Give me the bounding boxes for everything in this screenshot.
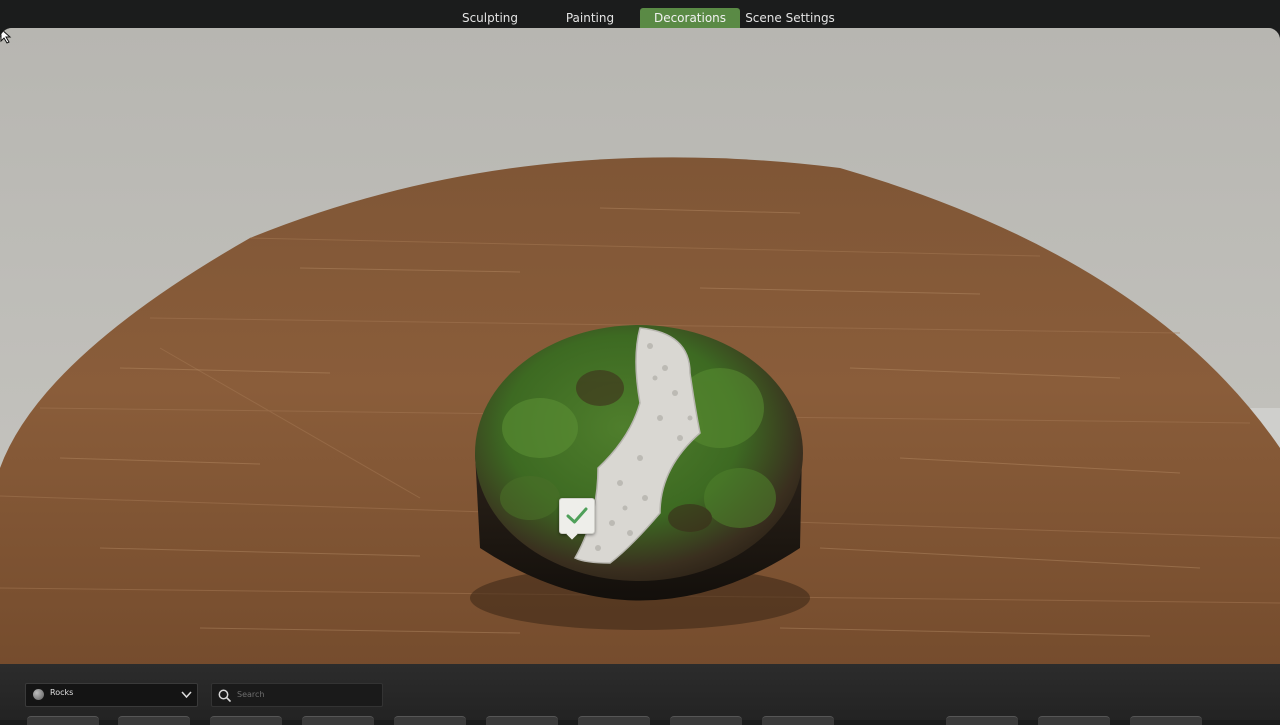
- placement-confirm-badge[interactable]: [559, 498, 595, 534]
- decoration-thumbnail[interactable]: [210, 716, 282, 725]
- cursor-icon: [0, 28, 12, 44]
- category-dropdown[interactable]: Rocks: [25, 683, 198, 707]
- search-input[interactable]: [237, 687, 375, 702]
- scene-render: [0, 28, 1280, 668]
- decoration-thumbnail[interactable]: [578, 716, 650, 725]
- category-label: Rocks: [50, 688, 74, 697]
- tab-painting[interactable]: Painting: [540, 8, 640, 29]
- checkmark-icon: [566, 507, 588, 524]
- decoration-thumbnail[interactable]: [394, 716, 466, 725]
- tab-sculpting[interactable]: Sculpting: [440, 8, 540, 29]
- decoration-thumbnail[interactable]: [486, 716, 558, 725]
- decoration-thumbnail[interactable]: [27, 716, 99, 725]
- decoration-thumbnail[interactable]: [118, 716, 190, 725]
- search-box: [211, 683, 383, 707]
- tab-decorations[interactable]: Decorations: [640, 8, 740, 29]
- decoration-thumbnail[interactable]: [946, 716, 1018, 725]
- decoration-thumbnail[interactable]: [670, 716, 742, 725]
- rock-icon: [33, 689, 44, 700]
- decorations-panel: Rocks: [0, 664, 1280, 725]
- search-icon: [218, 689, 231, 702]
- decoration-thumbnail[interactable]: [1130, 716, 1202, 725]
- decoration-thumbnail[interactable]: [302, 716, 374, 725]
- decoration-thumbnail[interactable]: [1038, 716, 1110, 725]
- chevron-down-icon: [181, 691, 192, 699]
- tab-scene-settings[interactable]: Scene Settings: [740, 8, 840, 29]
- decoration-thumbnail[interactable]: [762, 716, 834, 725]
- scene-viewport[interactable]: [0, 28, 1280, 668]
